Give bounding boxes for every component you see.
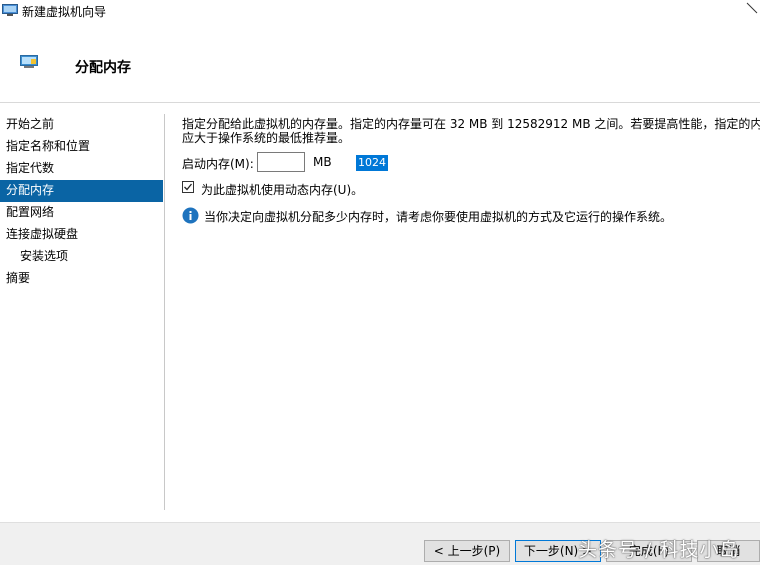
wizard-header: 分配内存 — [0, 22, 760, 102]
description-line-2: 应大于操作系统的最低推荐量。 — [182, 131, 351, 145]
dynamic-memory-checkbox[interactable] — [182, 181, 194, 193]
title-bar: 新建虚拟机向导 — [0, 0, 760, 22]
page-title: 分配内存 — [75, 60, 131, 76]
nav-item-configure-network[interactable]: 配置网络 — [0, 202, 163, 224]
dynamic-memory-label[interactable]: 为此虚拟机使用动态内存(U)。 — [201, 181, 363, 198]
nav-item-connect-vhd[interactable]: 连接虚拟硬盘 — [0, 224, 163, 246]
memory-page-icon — [20, 55, 38, 68]
hyperv-window-icon — [2, 4, 18, 16]
memory-description: 指定分配给此虚拟机的内存量。指定的内存量可在 32 MB 到 12582912 … — [182, 117, 760, 145]
startup-memory-label: 启动内存(M): — [182, 157, 254, 171]
memory-unit-label: MB — [313, 155, 332, 169]
startup-memory-value: 1024 — [356, 155, 388, 171]
nav-item-generation[interactable]: 指定代数 — [0, 158, 163, 180]
nav-item-summary[interactable]: 摘要 — [0, 268, 163, 290]
watermark-text: 头条号 / 科技小岛 — [578, 539, 740, 561]
checkmark-icon — [184, 183, 193, 191]
nav-item-assign-memory[interactable]: 分配内存 — [0, 180, 163, 202]
nav-separator — [164, 114, 165, 510]
nav-item-name-location[interactable]: 指定名称和位置 — [0, 136, 163, 158]
info-icon — [182, 207, 199, 224]
window-title: 新建虚拟机向导 — [22, 5, 107, 19]
nav-item-before-you-begin[interactable]: 开始之前 — [0, 114, 163, 136]
startup-memory-input[interactable]: 1024 — [257, 152, 388, 172]
header-divider — [0, 102, 760, 103]
wizard-steps-nav: 开始之前 指定名称和位置 指定代数 分配内存 配置网络 连接虚拟硬盘 安装选项 … — [0, 114, 163, 290]
description-line-1: 指定分配给此虚拟机的内存量。指定的内存量可在 32 MB 到 12582912 … — [182, 117, 760, 131]
info-text: 当你决定向虚拟机分配多少内存时，请考虑你要使用虚拟机的方式及它运行的操作系统。 — [204, 210, 673, 224]
close-icon[interactable] — [746, 2, 758, 14]
nav-item-installation-options[interactable]: 安装选项 — [0, 246, 163, 268]
previous-button[interactable]: < 上一步(P) — [424, 540, 510, 562]
